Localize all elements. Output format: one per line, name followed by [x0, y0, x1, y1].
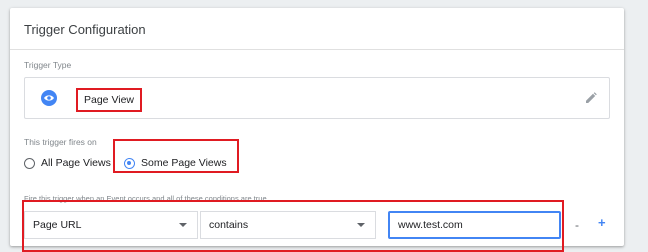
- radio-button-checked[interactable]: [124, 157, 135, 169]
- radio-all-page-views[interactable]: All Page Views: [24, 153, 111, 173]
- operator-value: contains: [209, 219, 249, 231]
- trigger-configuration-card: Trigger Configuration Trigger Type Page …: [10, 8, 624, 252]
- fires-on-label: This trigger fires on: [24, 137, 97, 147]
- radio-label: All Page Views: [41, 157, 111, 169]
- remove-condition-button[interactable]: -: [575, 218, 583, 232]
- radio-label: Some Page Views: [141, 157, 227, 169]
- trigger-type-label: Trigger Type: [24, 60, 72, 70]
- radio-some-page-views[interactable]: Some Page Views: [124, 153, 227, 173]
- chevron-down-icon: [357, 223, 365, 227]
- variable-value: Page URL: [33, 219, 82, 231]
- card-title: Trigger Configuration: [24, 22, 146, 37]
- trigger-type-name: Page View: [76, 88, 143, 112]
- pencil-icon[interactable]: [585, 91, 597, 109]
- condition-value-input[interactable]: [388, 211, 561, 239]
- operator-select[interactable]: contains: [200, 211, 376, 239]
- chevron-down-icon: [179, 223, 187, 227]
- radio-button[interactable]: [24, 157, 35, 169]
- title-divider: [10, 49, 624, 50]
- trigger-type-box[interactable]: Page View: [24, 77, 610, 119]
- variable-select[interactable]: Page URL: [24, 211, 198, 239]
- add-condition-button[interactable]: +: [598, 215, 610, 231]
- eye-icon: [41, 90, 57, 106]
